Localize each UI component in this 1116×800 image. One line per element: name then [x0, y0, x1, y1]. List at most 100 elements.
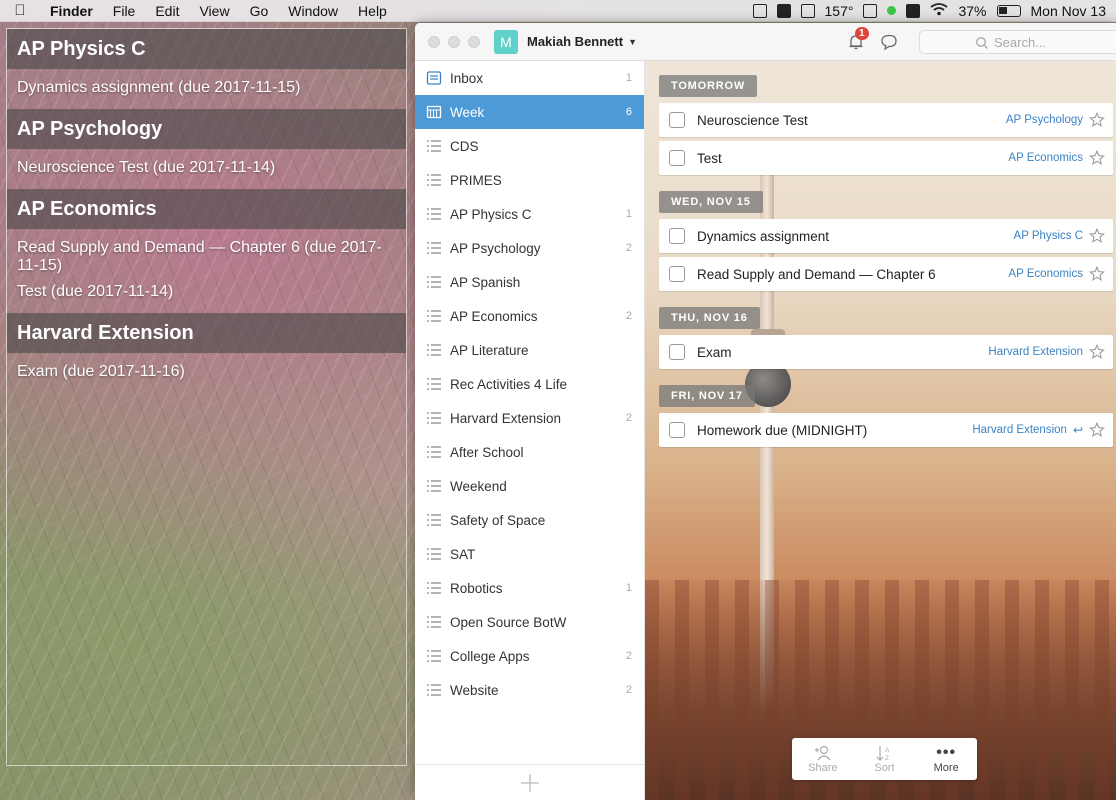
menu-view[interactable]: View: [189, 3, 239, 19]
section-heading: FRI, NOV 17: [659, 385, 755, 407]
task-checkbox[interactable]: [669, 422, 685, 438]
sidebar-item[interactable]: Week 6: [415, 95, 644, 129]
sidebar-item[interactable]: AP Spanish: [415, 265, 644, 299]
wifi-icon[interactable]: [930, 2, 949, 19]
widget-item: Neuroscience Test (due 2017-11-14): [17, 159, 276, 176]
list-icon: [425, 341, 443, 359]
minimize-window-button[interactable]: [448, 35, 460, 48]
task-row[interactable]: Exam Harvard Extension: [659, 335, 1113, 369]
task-row[interactable]: Dynamics assignment AP Physics C: [659, 219, 1113, 253]
widget-group: AP Psychology Neuroscience Test (due 201…: [7, 109, 406, 181]
zoom-window-button[interactable]: [468, 35, 480, 48]
status-app-icon[interactable]: [752, 3, 767, 18]
chevron-down-icon[interactable]: ▼: [628, 37, 637, 47]
sidebar-item[interactable]: Weekend: [415, 469, 644, 503]
avatar[interactable]: M: [494, 29, 518, 54]
star-icon[interactable]: [1089, 343, 1105, 360]
task-title[interactable]: Neuroscience Test: [697, 113, 808, 128]
sidebar-item[interactable]: Rec Activities 4 Life: [415, 367, 644, 401]
add-list-button[interactable]: [415, 764, 645, 800]
clock[interactable]: Mon Nov 13: [1031, 3, 1106, 19]
sidebar-item-label: CDS: [450, 138, 479, 154]
sidebar-item-label: Safety of Space: [450, 512, 546, 528]
task-row[interactable]: Neuroscience Test AP Psychology: [659, 103, 1113, 137]
status-dot-icon[interactable]: [887, 6, 897, 15]
apple-menu-icon[interactable]: : [0, 2, 40, 19]
sidebar-item-label: AP Literature: [450, 342, 529, 358]
sidebar-item-count: 2: [625, 684, 632, 696]
star-icon[interactable]: [1089, 421, 1105, 438]
status-app-icon[interactable]: [800, 3, 815, 18]
sidebar-item[interactable]: AP Economics 2: [415, 299, 644, 333]
task-title[interactable]: Test: [697, 151, 722, 166]
sidebar-item-label: AP Spanish: [450, 274, 521, 290]
sidebar-item[interactable]: Website 2: [415, 673, 644, 707]
menu-edit[interactable]: Edit: [145, 3, 189, 19]
star-icon[interactable]: [1089, 265, 1105, 282]
task-checkbox[interactable]: [669, 112, 685, 128]
sidebar-item[interactable]: After School: [415, 435, 644, 469]
menu-app-name[interactable]: Finder: [40, 3, 103, 19]
close-window-button[interactable]: [428, 35, 440, 48]
sidebar-item[interactable]: Inbox 1: [415, 61, 644, 95]
conversations-button[interactable]: [880, 33, 898, 51]
sidebar-item-label: SAT: [450, 546, 476, 562]
task-row[interactable]: Test AP Economics: [659, 141, 1113, 175]
sidebar-item[interactable]: AP Literature: [415, 333, 644, 367]
share-button[interactable]: Share: [792, 738, 854, 780]
sidebar-item-label: Robotics: [450, 580, 503, 596]
sort-button[interactable]: AZ Sort: [854, 738, 916, 780]
sidebar-item[interactable]: AP Physics C 1: [415, 197, 644, 231]
sidebar-item[interactable]: CDS: [415, 129, 644, 163]
star-icon[interactable]: [1089, 149, 1105, 166]
inbox-icon: [425, 69, 443, 87]
task-checkbox[interactable]: [669, 266, 685, 282]
sidebar-item[interactable]: College Apps 2: [415, 639, 644, 673]
notification-badge: 1: [855, 27, 869, 40]
star-icon[interactable]: [1089, 111, 1105, 128]
svg-text:Z: Z: [885, 755, 889, 761]
temperature-reading[interactable]: 157°: [825, 3, 854, 19]
status-app-icon[interactable]: [863, 3, 878, 18]
sidebar-item[interactable]: Safety of Space: [415, 503, 644, 537]
status-app-icon[interactable]: [906, 3, 921, 18]
todo-widget: AP Physics C Dynamics assignment (due 20…: [6, 28, 407, 766]
menu-file[interactable]: File: [103, 3, 146, 19]
svg-text:A: A: [885, 747, 890, 754]
menu-window[interactable]: Window: [278, 3, 348, 19]
sidebar-item[interactable]: Open Source BotW: [415, 605, 644, 639]
task-title[interactable]: Dynamics assignment: [697, 229, 829, 244]
sidebar-item-label: College Apps: [450, 648, 530, 664]
task-checkbox[interactable]: [669, 150, 685, 166]
menu-go[interactable]: Go: [240, 3, 279, 19]
task-title[interactable]: Read Supply and Demand — Chapter 6: [697, 267, 936, 282]
search-field[interactable]: Search...: [919, 30, 1116, 54]
sidebar-item-count: 6: [625, 106, 632, 118]
task-title[interactable]: Homework due (MIDNIGHT): [697, 423, 867, 438]
task-title[interactable]: Exam: [697, 345, 732, 360]
task-checkbox[interactable]: [669, 344, 685, 360]
status-app-icon[interactable]: [776, 3, 791, 18]
task-row[interactable]: Homework due (MIDNIGHT) Harvard Extension…: [659, 413, 1113, 447]
sidebar-item-count: 1: [625, 72, 632, 84]
notifications-button[interactable]: 1: [847, 27, 869, 51]
section-heading: TOMORROW: [659, 75, 758, 97]
sidebar-item[interactable]: SAT: [415, 537, 644, 571]
task-checkbox[interactable]: [669, 228, 685, 244]
sidebar-item[interactable]: Robotics 1: [415, 571, 644, 605]
list-icon: [425, 443, 443, 461]
list-icon: [425, 409, 443, 427]
sidebar-item-label: After School: [450, 444, 524, 460]
sidebar-item[interactable]: PRIMES: [415, 163, 644, 197]
menu-help[interactable]: Help: [348, 3, 397, 19]
star-icon[interactable]: [1089, 227, 1105, 244]
search-icon: [975, 36, 988, 49]
more-button[interactable]: ••• More: [915, 738, 977, 780]
sidebar-item[interactable]: AP Psychology 2: [415, 231, 644, 265]
battery-icon[interactable]: [996, 4, 1021, 17]
user-name[interactable]: Makiah Bennett: [527, 34, 623, 49]
battery-percent[interactable]: 37%: [958, 3, 986, 19]
task-row[interactable]: Read Supply and Demand — Chapter 6 AP Eco…: [659, 257, 1113, 291]
app-window: M Makiah Bennett ▼ 1 Search... Inbox 1 Wee…: [415, 23, 1116, 800]
sidebar-item[interactable]: Harvard Extension 2: [415, 401, 644, 435]
